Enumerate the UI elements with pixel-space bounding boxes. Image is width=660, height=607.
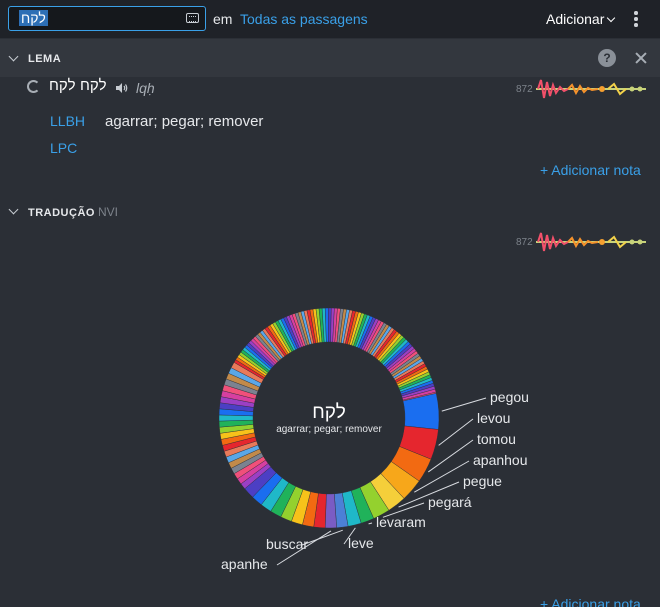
chevron-down-icon[interactable]	[8, 204, 19, 215]
traducao-section-title: TRADUÇÃO	[28, 207, 95, 219]
slice-label[interactable]: leve	[348, 535, 374, 551]
slice-label[interactable]: apanhou	[473, 452, 528, 468]
slice-label[interactable]: pegou	[490, 389, 529, 405]
lexicon-link[interactable]: LLBH	[50, 113, 85, 129]
cycle-icon[interactable]	[27, 80, 40, 93]
close-icon[interactable]	[634, 51, 648, 65]
more-options-icon[interactable]	[634, 11, 638, 27]
chart-center-title: לקח	[312, 402, 346, 423]
search-input-value: לקח	[19, 10, 48, 26]
lemma-hebrew: לקח	[49, 77, 76, 94]
chevron-down-icon	[607, 13, 616, 23]
add-note-link[interactable]: + Adicionar nota	[540, 596, 641, 607]
translation-version-selector[interactable]: NVI	[98, 205, 118, 219]
keyboard-icon[interactable]	[186, 13, 199, 23]
chevron-down-icon[interactable]	[8, 51, 19, 62]
scope-prefix-label: em	[213, 11, 233, 27]
speaker-icon[interactable]	[116, 83, 128, 93]
leader-line	[438, 418, 474, 446]
help-icon[interactable]: ?	[598, 49, 616, 67]
slice-label[interactable]: buscar	[266, 536, 308, 552]
chart-center-subtitle: agarrar; pegar; remover	[276, 424, 382, 435]
lexicon-entry-llbh: LLBH agarrar; pegar; remover	[0, 113, 660, 133]
add-menu-label: Adicionar	[546, 11, 605, 27]
top-bar: לקח em Todas as passagens Adicionar	[0, 0, 660, 38]
lexicon-link[interactable]: LPC	[50, 140, 77, 156]
leader-line	[368, 522, 373, 525]
lema-section-header[interactable]: LEMA ?	[0, 39, 660, 77]
slice-label[interactable]: pegará	[428, 494, 472, 510]
lexicon-entry-lpc: LPC	[0, 140, 660, 160]
leader-line	[301, 529, 343, 546]
lema-section-title: LEMA	[28, 53, 62, 65]
translation-frequency-sparkline[interactable]	[536, 231, 648, 253]
translation-frequency-count: 872	[516, 237, 533, 248]
slice-label[interactable]: apanhe	[221, 556, 268, 572]
slice-label[interactable]: levou	[477, 410, 510, 426]
lemma-hebrew-alt: לקח	[80, 77, 107, 94]
lexicon-definition: agarrar; pegar; remover	[105, 113, 264, 130]
slice-label[interactable]: tomou	[477, 431, 516, 447]
lemma-frequency-count: 872	[516, 84, 533, 95]
scope-selector-link[interactable]: Todas as passagens	[240, 11, 368, 27]
lemma-transliteration: lqḥ	[136, 80, 155, 96]
translation-donut-chart[interactable]: לקח agarrar; pegar; remover pegou levou to…	[0, 260, 660, 607]
add-note-link[interactable]: + Adicionar nota	[540, 162, 641, 178]
add-menu-button[interactable]: Adicionar	[546, 11, 616, 27]
search-input[interactable]: לקח	[8, 6, 206, 31]
slice-label[interactable]: pegue	[463, 473, 502, 489]
lemma-frequency-sparkline[interactable]	[536, 78, 648, 100]
slice-label[interactable]: levaram	[376, 514, 426, 530]
